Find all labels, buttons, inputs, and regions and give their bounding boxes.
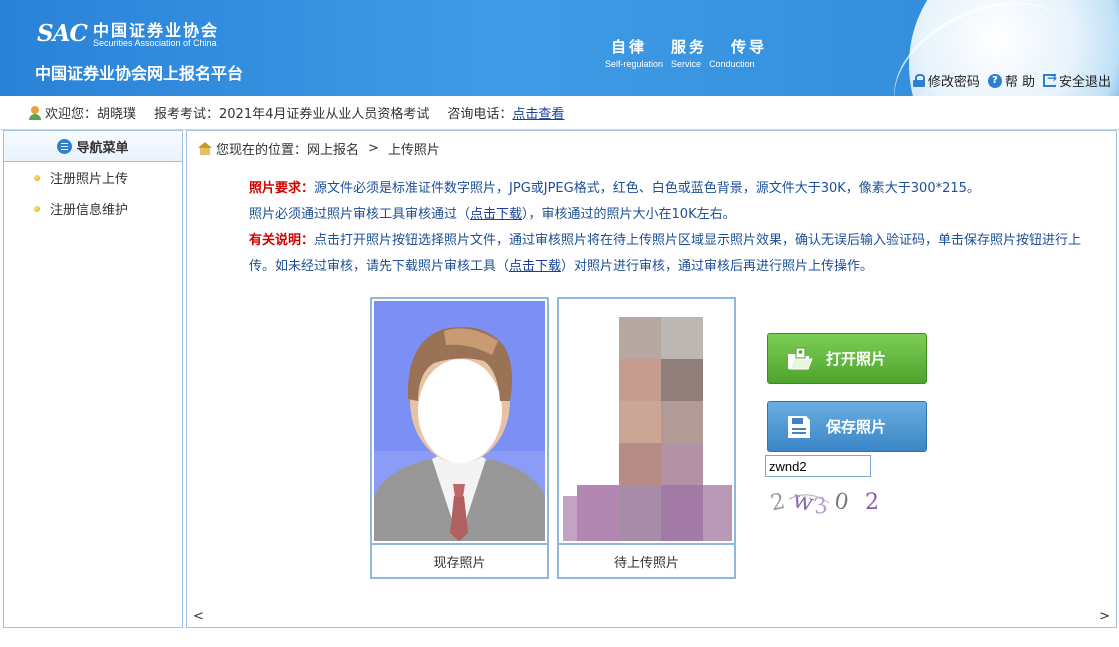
phone-segment: 咨询电话： 点击查看 [447,103,564,122]
top-links: 修改密码 ? 帮 助 安全退出 [912,71,1111,90]
requirement-line: 照片要求：源文件必须是标准证件数字照片，JPG或JPEG格式，红色、白色或蓝色背… [249,176,1107,202]
info-text-b: ）对照片进行审核，通过审核后再进行照片上传操作。 [561,259,874,274]
current-photo-caption: 现存照片 [372,543,547,577]
user-icon [28,105,42,120]
upload-instructions: 照片要求：源文件必须是标准证件数字照片，JPG或JPEG格式，红色、白色或蓝色背… [249,176,1107,280]
logout-label: 安全退出 [1058,75,1111,90]
motto-2: 服务 [671,38,708,56]
exam-text: 报考考试：2021年4月证券业从业人员资格考试 [154,107,430,122]
sidebar-item-label: 注册信息维护 [50,203,129,218]
change-password-label: 修改密码 [927,75,980,90]
pixelated-photo-image [561,301,732,541]
pending-photo-preview [561,301,732,541]
menu-list-icon [57,138,73,154]
motto-english: Self-regulation Service Conduction [605,59,755,69]
scroll-left-arrow[interactable]: < [193,609,204,624]
scroll-right-arrow[interactable]: > [1099,609,1110,624]
motto-en-2: Service [671,59,702,69]
sac-logo: SAC [37,20,88,47]
captcha-char: 0 [832,489,850,516]
sidebar-title: 导航菜单 [76,140,129,156]
tool-text-b: ），审核通过的照片大小在10K左右。 [522,207,736,222]
main-panel: 您现在的位置：网上报名 > 上传照片 照片要求：源文件必须是标准证件数字照片，J… [186,130,1117,628]
platform-title: 中国证券业协会网上报名平台 [35,64,244,83]
motto-en-3: Conduction [709,59,755,69]
captcha-input[interactable] [765,455,871,477]
open-folder-icon [784,344,814,374]
logout-icon [1042,71,1057,87]
help-label: 帮 助 [1004,75,1035,90]
captcha-char: 2 [769,489,787,516]
breadcrumb: 您现在的位置：网上报名 > 上传照片 [197,139,440,158]
sidebar: 导航菜单 注册照片上传 注册信息维护 [3,130,183,628]
logo-english-name: Securities Association of China [93,38,217,48]
requirement-text: 源文件必须是标准证件数字照片，JPG或JPEG格式，红色、白色或蓝色背景，源文件… [314,181,980,196]
download-tool-link-2[interactable]: 点击下载 [509,259,561,274]
phone-label: 咨询电话： [447,107,513,122]
requirement-label: 照片要求： [249,181,315,196]
save-photo-label: 保存照片 [826,418,887,436]
save-photo-button[interactable]: 保存照片 [767,401,927,452]
logout-link[interactable]: 安全退出 [1042,71,1111,90]
pending-photo-box: 待上传照片 [557,297,736,579]
person-silhouette-icon [374,301,545,541]
save-disk-icon [784,412,814,442]
sidebar-header: 导航菜单 [4,131,182,162]
tool-line: 照片必须通过照片审核工具审核通过（点击下载），审核通过的照片大小在10K左右。 [249,202,1107,228]
sidebar-item-info-maintenance[interactable]: 注册信息维护 [4,193,182,224]
motto-3: 传导 [731,38,768,56]
pending-photo-caption: 待上传照片 [559,543,734,577]
user-info-bar: 欢迎您：胡晓璞 报考考试：2021年4月证券业从业人员资格考试 咨询电话： 点击… [0,96,1119,130]
change-password-link[interactable]: 修改密码 [912,71,980,90]
breadcrumb-separator: > [368,141,379,156]
header-banner: SAC 中国证券业协会 Securities Association of Ch… [0,0,1119,96]
captcha-char: 3 [812,493,829,517]
home-icon [197,142,213,155]
bullet-icon [34,174,40,181]
motto-en-1: Self-regulation [605,59,664,69]
current-photo-box: 现存照片 [370,297,549,579]
info-paragraph: 有关说明：点击打开照片按钮选择照片文件，通过审核照片将在待上传照片区域显示照片效… [249,228,1107,280]
sidebar-item-photo-upload[interactable]: 注册照片上传 [4,162,182,193]
bullet-icon [34,205,40,212]
motto-1: 自律 [611,38,648,56]
help-icon: ? [987,73,1002,88]
motto: 自律 服务 传导 [611,36,767,57]
captcha-image[interactable]: 2 w 3 0 2 [768,479,889,520]
sidebar-item-label: 注册照片上传 [50,172,129,187]
info-label: 有关说明： [249,233,315,248]
welcome-segment: 欢迎您：胡晓璞 [28,103,136,122]
tool-text-a: 照片必须通过照片审核工具审核通过（ [249,207,471,222]
breadcrumb-prefix: 您现在的位置：网上报名 [216,143,360,158]
download-tool-link[interactable]: 点击下载 [470,207,522,222]
lock-icon [912,74,925,87]
open-photo-label: 打开照片 [826,350,887,368]
breadcrumb-current: 上传照片 [387,143,440,158]
welcome-text: 欢迎您：胡晓璞 [45,107,137,122]
open-photo-button[interactable]: 打开照片 [767,333,927,384]
phone-view-link[interactable]: 点击查看 [512,103,564,122]
captcha-char: 2 [865,490,879,515]
current-photo-placeholder [374,301,545,541]
help-link[interactable]: ? 帮 助 [987,71,1035,90]
